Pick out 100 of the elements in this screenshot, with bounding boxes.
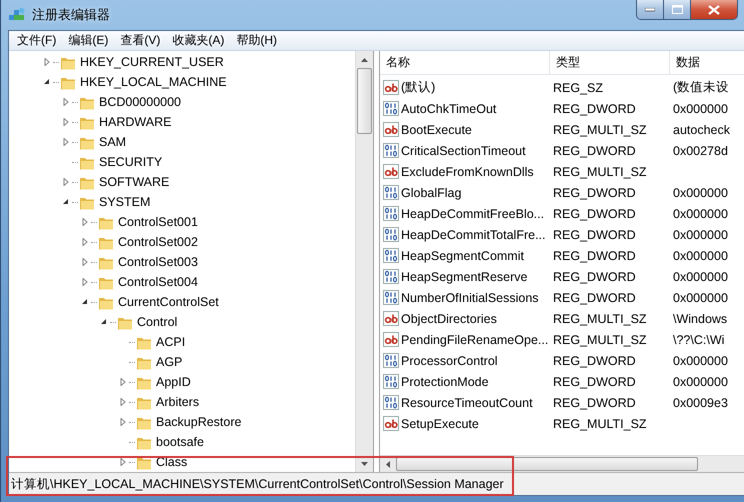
tree-node[interactable]: BCD00000000 bbox=[99, 95, 182, 109]
value-name[interactable]: HeapSegmentCommit bbox=[401, 248, 524, 262]
expand-arrow-icon[interactable] bbox=[81, 278, 89, 286]
tree-node[interactable]: bootsafe bbox=[156, 435, 204, 449]
menu-item[interactable]: 帮助(H) bbox=[230, 32, 283, 49]
menu-item[interactable]: 收藏夹(A) bbox=[166, 32, 230, 49]
maximize-button[interactable] bbox=[664, 0, 691, 19]
table-cell-text: (数值未设 bbox=[672, 79, 730, 96]
table-cell-text: REG_DWORD bbox=[552, 290, 637, 304]
tree-node[interactable]: CurrentControlSet bbox=[118, 295, 219, 309]
table-cell-text: REG_DWORD bbox=[552, 354, 637, 368]
value-name[interactable]: ExcludeFromKnownDlls bbox=[401, 164, 534, 178]
tree-node[interactable]: HKEY_LOCAL_MACHINE bbox=[80, 75, 227, 89]
scroll-left-arrow-icon[interactable] bbox=[386, 460, 390, 468]
expand-arrow-icon[interactable] bbox=[81, 218, 89, 226]
expand-arrow-icon[interactable] bbox=[119, 398, 127, 406]
menu-item[interactable]: 编辑(E) bbox=[62, 32, 114, 49]
expand-arrow-icon[interactable] bbox=[62, 138, 70, 146]
tree-node[interactable]: Arbiters bbox=[156, 395, 200, 409]
column-header[interactable]: 名称 bbox=[380, 51, 550, 74]
tree-node[interactable]: HARDWARE bbox=[99, 115, 172, 129]
value-name[interactable]: ProcessorControl bbox=[401, 354, 498, 368]
tree-node[interactable]: SYSTEM bbox=[99, 195, 150, 209]
collapse-arrow-icon[interactable] bbox=[62, 198, 70, 206]
table-cell-text: REG_DWORD bbox=[552, 228, 637, 242]
tree-node[interactable]: Class bbox=[156, 455, 188, 469]
tree-node[interactable]: ControlSet003 bbox=[118, 255, 198, 269]
table-cell-text: 0x000000 bbox=[672, 228, 729, 242]
value-name[interactable]: AutoChkTimeOut bbox=[401, 102, 496, 116]
value-name[interactable]: (默认) bbox=[401, 79, 436, 96]
table-cell-text: autocheck bbox=[672, 122, 731, 136]
collapse-arrow-icon[interactable] bbox=[81, 298, 89, 306]
tree-node[interactable]: Control bbox=[137, 315, 178, 329]
tree-node[interactable]: SAM bbox=[99, 135, 126, 149]
value-name[interactable]: NumberOfInitialSessions bbox=[401, 290, 539, 304]
maximize-icon bbox=[672, 5, 682, 14]
menu-item[interactable]: 文件(F) bbox=[11, 32, 62, 49]
table-cell-text: REG_MULTI_SZ bbox=[552, 312, 648, 326]
minimize-icon bbox=[645, 8, 655, 12]
table-cell-text: 0x000000 bbox=[672, 186, 729, 200]
table-cell-text: 0x000000 bbox=[672, 206, 729, 220]
value-name[interactable]: HeapDeCommitFreeBlo... bbox=[401, 206, 544, 220]
vertical-scrollbar[interactable] bbox=[355, 51, 373, 472]
expand-arrow-icon[interactable] bbox=[81, 258, 89, 266]
tree-node[interactable]: SOFTWARE bbox=[99, 175, 170, 189]
table-cell-text: \??\C:\Wi bbox=[672, 332, 726, 346]
tree-node[interactable]: HKEY_CURRENT_USER bbox=[80, 55, 224, 69]
horizontal-scrollbar[interactable] bbox=[380, 455, 744, 472]
column-header[interactable]: 数据 bbox=[670, 51, 744, 74]
table-cell-text: 0x000000 bbox=[672, 248, 729, 262]
expand-arrow-icon[interactable] bbox=[62, 98, 70, 106]
collapse-arrow-icon[interactable] bbox=[100, 318, 108, 326]
tree-node[interactable]: AppID bbox=[156, 375, 191, 389]
value-name[interactable]: HeapSegmentReserve bbox=[401, 270, 528, 284]
table-cell-text: REG_MULTI_SZ bbox=[552, 122, 648, 136]
tree-node[interactable]: ACPI bbox=[156, 335, 186, 349]
value-name[interactable]: ProtectionMode bbox=[401, 374, 489, 388]
tree-node[interactable]: ControlSet002 bbox=[118, 235, 198, 249]
table-cell-text: 0x000000 bbox=[672, 374, 729, 388]
tree-node[interactable]: SECURITY bbox=[99, 155, 162, 169]
minimize-button[interactable] bbox=[637, 0, 664, 19]
scroll-down-arrow-icon[interactable] bbox=[361, 462, 368, 466]
value-name[interactable]: ObjectDirectories bbox=[401, 312, 497, 326]
value-name[interactable]: HeapDeCommitTotalFre... bbox=[401, 228, 546, 242]
close-icon bbox=[708, 4, 720, 14]
value-name[interactable]: BootExecute bbox=[401, 122, 472, 136]
tree-node[interactable]: ControlSet004 bbox=[118, 275, 198, 289]
tree-node[interactable]: AGP bbox=[156, 355, 182, 369]
table-cell-text: \Windows bbox=[672, 312, 728, 326]
expand-arrow-icon[interactable] bbox=[81, 238, 89, 246]
expand-arrow-icon[interactable] bbox=[43, 58, 51, 66]
table-cell-text: 0x000000 bbox=[672, 270, 729, 284]
table-cell-text: REG_MULTI_SZ bbox=[552, 332, 648, 346]
value-name[interactable]: GlobalFlag bbox=[401, 186, 462, 200]
expand-arrow-icon[interactable] bbox=[62, 118, 70, 126]
tree-node[interactable]: BackupRestore bbox=[156, 415, 242, 429]
expand-arrow-icon[interactable] bbox=[119, 378, 127, 386]
scrollbar-thumb[interactable] bbox=[357, 68, 372, 134]
expand-arrow-icon[interactable] bbox=[119, 418, 127, 426]
table-cell-text: 0x0009e3 bbox=[672, 396, 729, 410]
tree-node[interactable]: ControlSet001 bbox=[118, 215, 198, 229]
value-name[interactable]: SetupExecute bbox=[401, 416, 479, 430]
window-title: 注册表编辑器 bbox=[32, 6, 111, 24]
registry-cubes-icon bbox=[8, 7, 26, 23]
value-name[interactable]: ResourceTimeoutCount bbox=[401, 396, 533, 410]
collapse-arrow-icon[interactable] bbox=[43, 78, 51, 86]
table-cell-text: 0x000000 bbox=[672, 290, 729, 304]
scroll-up-arrow-icon[interactable] bbox=[361, 58, 368, 62]
expand-arrow-icon[interactable] bbox=[119, 458, 127, 466]
table-cell-text: REG_MULTI_SZ bbox=[552, 164, 648, 178]
table-cell-text: REG_DWORD bbox=[552, 186, 637, 200]
menu-item[interactable]: 查看(V) bbox=[114, 32, 166, 49]
value-name[interactable]: CriticalSectionTimeout bbox=[401, 144, 526, 158]
value-name[interactable]: PendingFileRenameOpe... bbox=[401, 332, 548, 346]
table-cell-text: 0x00278d bbox=[672, 144, 729, 158]
expand-arrow-icon[interactable] bbox=[62, 178, 70, 186]
column-header[interactable]: 类型 bbox=[550, 51, 670, 74]
table-cell-text: REG_MULTI_SZ bbox=[552, 416, 648, 430]
scrollbar-thumb[interactable] bbox=[396, 457, 698, 471]
close-button[interactable] bbox=[691, 0, 737, 19]
